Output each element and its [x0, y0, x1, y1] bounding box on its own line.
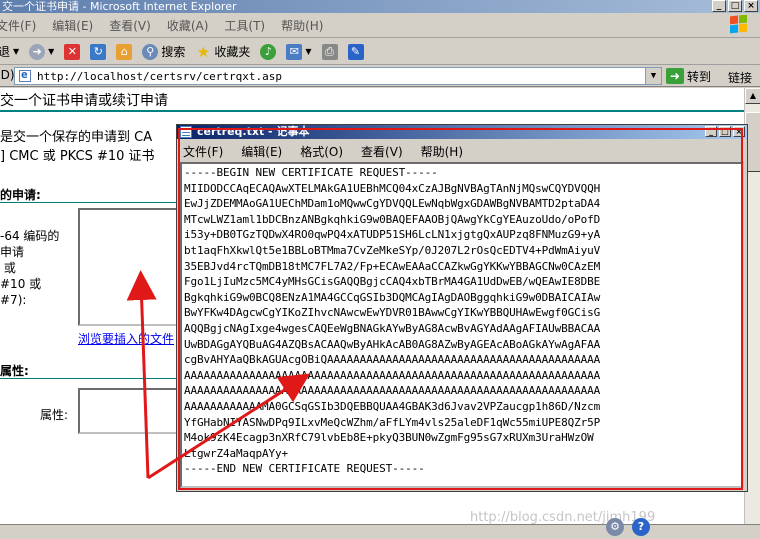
- notepad-icon: [180, 126, 192, 138]
- address-input[interactable]: http://localhost/certsrv/certrqxt.asp ▼: [14, 67, 662, 85]
- menu-help[interactable]: 帮助(H): [275, 17, 333, 34]
- home-button[interactable]: ⌂: [116, 43, 133, 60]
- page-heading: 交一个证书申请或续订申请: [0, 93, 168, 109]
- print-icon: ⎙: [321, 43, 338, 60]
- ie-menu-bar: 文件(F) 编辑(E) 查看(V) 收藏(A) 工具(T) 帮助(H): [0, 13, 760, 38]
- saved-request-textarea[interactable]: [78, 208, 188, 326]
- back-dropdown-icon: ▼: [13, 47, 20, 56]
- address-bar: (D) http://localhost/certsrv/certrqxt.as…: [0, 65, 760, 87]
- help-icon[interactable]: ?: [632, 518, 650, 536]
- mail-icon: ✉: [286, 43, 303, 60]
- search-button[interactable]: ⚲ 搜索: [142, 43, 185, 60]
- minimize-button[interactable]: _: [712, 0, 726, 12]
- scroll-up-button[interactable]: ▲: [745, 88, 760, 104]
- notepad-text-area[interactable]: -----BEGIN NEW CERTIFICATE REQUEST----- …: [180, 162, 744, 488]
- notepad-minimize-button[interactable]: _: [705, 126, 717, 137]
- links-button[interactable]: 链接: [728, 69, 752, 86]
- go-arrow-icon: ➜: [666, 68, 684, 84]
- ie-toolbar: 退 ▼ ➜ ▼ ✕ ↻ ⌂ ⚲ 搜索 ★ 收藏夹 ♪ ✉ ▼ ⎙ ✎: [0, 39, 760, 65]
- notepad-maximize-button[interactable]: □: [719, 126, 731, 137]
- star-icon: ★: [196, 42, 211, 61]
- notepad-title: certreq.txt - 记事本: [197, 125, 310, 138]
- forward-dropdown-icon: ▼: [48, 47, 55, 56]
- zone-icon[interactable]: ⚙: [606, 518, 624, 536]
- menu-edit[interactable]: 编辑(E): [46, 17, 103, 34]
- notepad-window: certreq.txt - 记事本 _ □ × 文件(F) 编辑(E) 格式(O…: [176, 124, 748, 492]
- notepad-title-bar[interactable]: certreq.txt - 记事本 _ □ ×: [177, 125, 747, 139]
- notepad-menu-format[interactable]: 格式(O): [300, 143, 343, 160]
- status-icons: ⚙ ?: [606, 518, 650, 536]
- browse-file-link[interactable]: 浏览要插入的文件: [78, 330, 174, 347]
- address-label: (D): [0, 68, 15, 82]
- ie-window-controls: _ □ ×: [712, 0, 758, 12]
- intro-line-2: ] CMC 或 PKCS #10 证书: [0, 149, 155, 164]
- maximize-button[interactable]: □: [728, 0, 742, 12]
- intro-line-1: 是交一个保存的申请到 CA: [0, 130, 153, 145]
- back-button[interactable]: 退 ▼: [0, 43, 19, 60]
- forward-button[interactable]: ➜ ▼: [29, 43, 55, 60]
- refresh-button[interactable]: ↻: [90, 43, 107, 60]
- stop-button[interactable]: ✕: [64, 43, 81, 60]
- refresh-icon: ↻: [90, 43, 107, 60]
- forward-arrow-icon: ➜: [29, 43, 46, 60]
- print-button[interactable]: ⎙: [321, 43, 338, 60]
- edit-button[interactable]: ✎: [347, 43, 364, 60]
- address-dropdown-icon[interactable]: ▼: [645, 68, 661, 84]
- notepad-close-button[interactable]: ×: [733, 126, 745, 137]
- media-button[interactable]: ♪: [260, 43, 277, 60]
- stop-icon: ✕: [64, 43, 81, 60]
- encoding-label: -64 编码的 申请 或 #10 或 #7):: [0, 229, 60, 307]
- menu-favorites[interactable]: 收藏(A): [161, 17, 219, 34]
- back-label: 退: [0, 45, 11, 59]
- notepad-menu-bar: 文件(F) 编辑(E) 格式(O) 查看(V) 帮助(H): [177, 140, 747, 162]
- ie-window-title: 交一个证书申请 - Microsoft Internet Explorer: [2, 0, 237, 13]
- mail-button[interactable]: ✉ ▼: [286, 43, 312, 60]
- menu-tools[interactable]: 工具(T): [218, 17, 275, 34]
- menu-file[interactable]: 文件(F): [0, 17, 46, 34]
- notepad-menu-help[interactable]: 帮助(H): [421, 143, 463, 160]
- address-url: http://localhost/certsrv/certrqxt.asp: [37, 69, 283, 83]
- close-button[interactable]: ×: [744, 0, 758, 12]
- heading-divider: [0, 110, 744, 112]
- search-icon: ⚲: [142, 43, 159, 60]
- ie-title-bar: 交一个证书申请 - Microsoft Internet Explorer _ …: [0, 0, 760, 13]
- attributes-label: 属性:: [40, 408, 69, 422]
- mail-dropdown-icon: ▼: [305, 47, 312, 56]
- go-label: 转到: [687, 69, 712, 84]
- windows-logo-icon: [730, 15, 747, 34]
- attributes-textarea[interactable]: [78, 388, 188, 434]
- favorites-button[interactable]: ★ 收藏夹: [195, 42, 251, 61]
- page-icon: [19, 68, 31, 82]
- attributes-heading: 属性:: [0, 364, 29, 378]
- search-label: 搜索: [161, 45, 186, 59]
- favorites-label: 收藏夹: [214, 45, 251, 59]
- menu-view[interactable]: 查看(V): [103, 17, 161, 34]
- go-button[interactable]: ➜ 转到: [666, 67, 711, 85]
- notepad-menu-edit[interactable]: 编辑(E): [241, 143, 282, 160]
- notepad-menu-file[interactable]: 文件(F): [183, 143, 223, 160]
- media-icon: ♪: [260, 43, 277, 60]
- saved-request-heading: 的申请:: [0, 188, 41, 202]
- home-icon: ⌂: [116, 43, 133, 60]
- notepad-window-controls: _ □ ×: [705, 126, 745, 137]
- intro-text: 是交一个保存的申请到 CA ] CMC 或 PKCS #10 证书: [0, 128, 155, 166]
- notepad-menu-view[interactable]: 查看(V): [361, 143, 403, 160]
- edit-page-icon: ✎: [347, 43, 364, 60]
